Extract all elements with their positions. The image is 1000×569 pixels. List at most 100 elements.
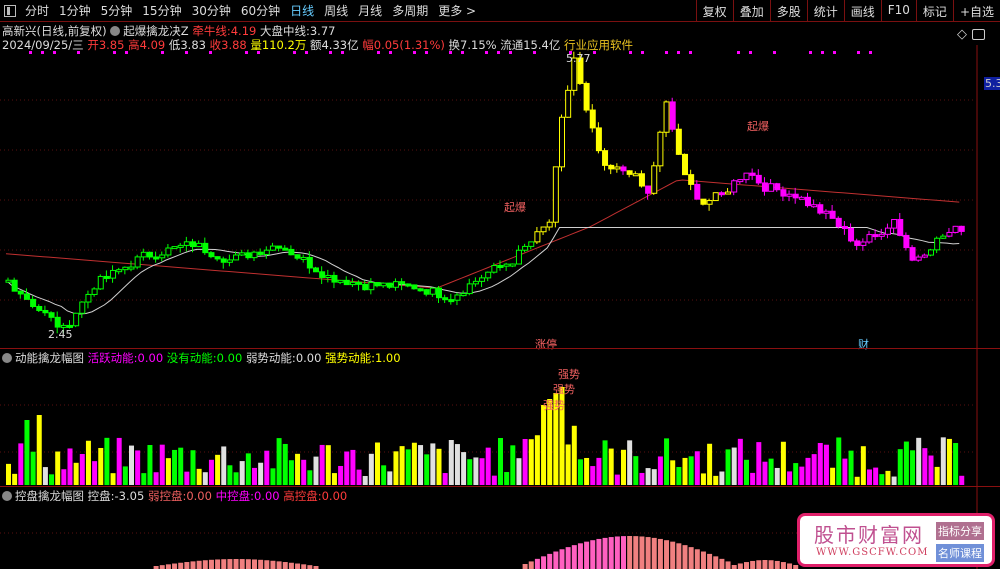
signal-dot [293, 51, 296, 54]
energy-bar [110, 473, 116, 485]
energy-bar [910, 450, 916, 485]
active-energy-value: 0.00 [137, 351, 164, 365]
candle-body [85, 293, 92, 303]
candle-body [626, 170, 633, 175]
energy-bar [104, 437, 110, 485]
energy-bar [577, 459, 583, 485]
energy-bar [584, 457, 590, 485]
candle-body [214, 256, 221, 260]
energy-bar [744, 459, 749, 485]
candle-body [294, 254, 301, 259]
control-bar [700, 551, 706, 569]
energy-bar [6, 463, 11, 485]
candle-body [319, 271, 326, 278]
candle-body [411, 284, 418, 290]
candle-body [737, 179, 744, 183]
no-energy-label: 没有动能: [166, 351, 217, 365]
energy-bar [227, 465, 233, 485]
control-bar [774, 560, 780, 569]
control-bar [614, 536, 620, 569]
energy-bar [879, 474, 885, 485]
watermark-badge: 名师课程 [936, 544, 984, 562]
control-bar [559, 549, 565, 569]
candle-body [220, 258, 227, 263]
control-panel-header: 控盘擒龙幅图 控盘:-3.05 弱控盘:0.00 中控盘:0.00 高控盘:0.… [2, 488, 347, 504]
energy-bar [172, 449, 178, 485]
high-control-value: 0.00 [321, 489, 348, 503]
candle-body [632, 173, 639, 177]
energy-bar [313, 456, 319, 485]
energy-bar [664, 438, 670, 485]
candle-body [725, 191, 732, 195]
candle-body [300, 256, 307, 260]
candle-body [700, 198, 707, 205]
collapse-icon[interactable] [2, 353, 12, 363]
energy-bar [30, 451, 36, 485]
candle-body [110, 269, 117, 279]
energy-bar [498, 438, 503, 485]
kline-chart[interactable] [0, 0, 1000, 569]
energy-panel-header: 动能擒龙幅图 活跃动能:0.00 没有动能:0.00 弱势动能:0.00 强势动… [2, 350, 401, 366]
control-bar [793, 565, 799, 569]
energy-bar [288, 460, 294, 485]
candle-body [128, 266, 135, 270]
candle-body [946, 231, 953, 237]
candle-body [146, 251, 153, 258]
control-bar [159, 565, 165, 569]
candle-body [509, 263, 516, 267]
signal-dot [161, 51, 164, 54]
candle-body [503, 263, 510, 267]
collapse-icon[interactable] [2, 491, 12, 501]
control-bar [756, 560, 762, 569]
energy-bar [479, 458, 485, 485]
candle-body [860, 241, 867, 246]
signal-dot [305, 51, 308, 54]
panel-toggle-icon[interactable] [972, 29, 985, 40]
control-label: 控盘: [87, 489, 115, 503]
energy-bar [854, 476, 860, 485]
energy-panel-title: 动能擒龙幅图 [15, 351, 84, 365]
signal-dot [509, 51, 512, 54]
signal-dot [497, 51, 500, 54]
candle-body [54, 316, 61, 328]
diamond-icon[interactable]: ◇ [957, 27, 967, 42]
candle-body [528, 241, 535, 247]
energy-bar [436, 448, 442, 485]
candle-body [958, 225, 965, 232]
candle-body [442, 297, 449, 301]
energy-bar [92, 461, 98, 485]
candle-body [712, 192, 719, 202]
candle-body [374, 282, 381, 287]
control-bar [762, 560, 768, 569]
candle-body [423, 289, 430, 295]
candle-body [583, 82, 590, 111]
control-bar [608, 537, 614, 569]
energy-bar [362, 476, 368, 485]
candle-body [122, 266, 129, 271]
energy-bar [817, 442, 823, 485]
energy-bar [55, 451, 61, 485]
mid-control-value: 0.00 [253, 489, 280, 503]
control-bar [633, 536, 639, 569]
energy-bar [325, 445, 331, 485]
energy-bar [239, 461, 245, 485]
signal-dot [425, 51, 428, 54]
candle-body [841, 226, 848, 230]
energy-bar [491, 475, 497, 485]
watermark-name: 股市财富网 [814, 523, 924, 547]
energy-bar [418, 445, 424, 485]
candle-body [73, 312, 80, 327]
candle-body [675, 128, 682, 155]
candle-body [614, 166, 621, 170]
panel-divider [0, 486, 1000, 487]
energy-bar [49, 474, 55, 485]
control-bar [731, 565, 737, 569]
energy-bar [196, 468, 202, 485]
energy-bar [356, 469, 362, 485]
candle-body [171, 246, 178, 250]
energy-bar [473, 457, 479, 485]
energy-bar [448, 440, 454, 485]
signal-dot [869, 51, 872, 54]
energy-bar [405, 449, 411, 485]
candle-body [608, 164, 615, 170]
